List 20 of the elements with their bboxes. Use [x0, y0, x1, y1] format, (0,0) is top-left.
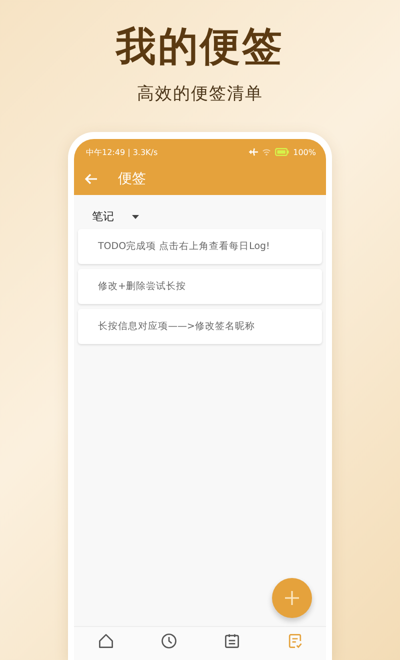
- nav-tab[interactable]: [96, 632, 114, 650]
- note-card[interactable]: 修改+删除尝试长按: [78, 269, 322, 304]
- airplane-icon: [249, 148, 258, 156]
- calendar-icon: [222, 632, 240, 650]
- nav-tab[interactable]: [222, 632, 240, 650]
- note-card[interactable]: 长按信息对应项——>修改签名昵称: [78, 309, 322, 344]
- battery-level: 100%: [293, 148, 316, 156]
- hero-title: 我的便签: [116, 24, 284, 70]
- clock-icon: [160, 632, 178, 650]
- home-icon: [96, 632, 114, 650]
- note-card[interactable]: TODO完成项 点击右上角查看每日Log!: [78, 229, 322, 264]
- status-time: 中午12:49 | 3.3K/s: [86, 146, 158, 158]
- hero-subtitle: 高效的便签清单: [137, 83, 263, 105]
- toolbar-title: 便签: [118, 170, 146, 188]
- wifi-icon: [262, 148, 272, 156]
- battery-icon: [275, 148, 290, 156]
- category-dropdown[interactable]: 笔记: [74, 195, 139, 229]
- plus-icon: [285, 591, 299, 605]
- nav-tab[interactable]: [160, 632, 178, 650]
- caret-icon: [132, 214, 139, 218]
